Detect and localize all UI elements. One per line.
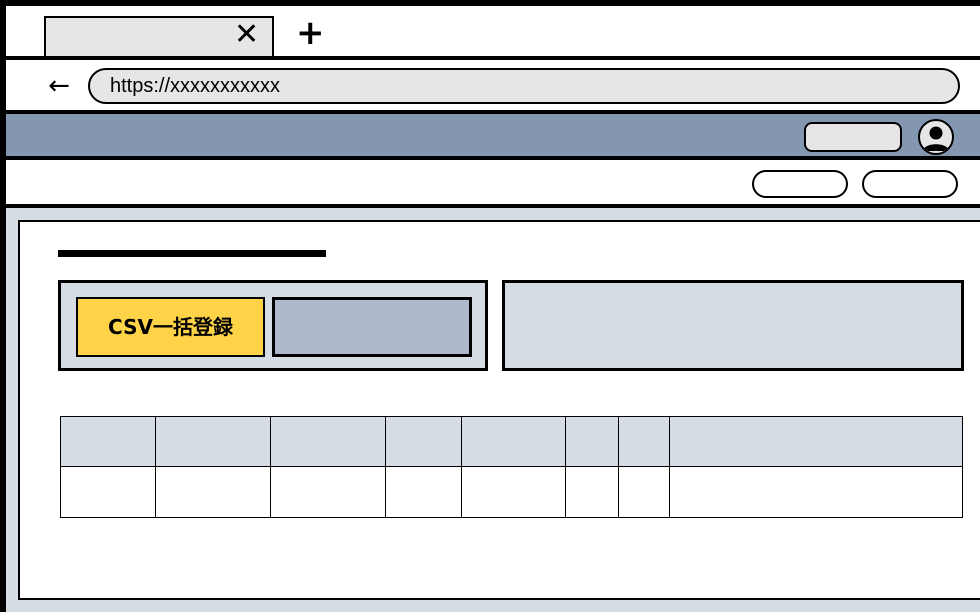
table-cell xyxy=(565,466,619,518)
header-button[interactable] xyxy=(804,122,902,152)
info-panel xyxy=(502,280,964,371)
data-table xyxy=(60,416,963,518)
table-row[interactable] xyxy=(60,466,963,518)
column-header[interactable] xyxy=(565,416,619,467)
app-header xyxy=(6,114,980,160)
url-input[interactable]: https://xxxxxxxxxxx xyxy=(88,68,960,104)
sub-header xyxy=(6,160,980,208)
close-icon[interactable]: ✕ xyxy=(234,20,259,50)
table-cell xyxy=(270,466,386,518)
column-header[interactable] xyxy=(618,416,670,467)
user-avatar-icon[interactable] xyxy=(918,119,954,155)
new-tab-icon[interactable]: + xyxy=(296,16,325,50)
table-cell xyxy=(618,466,670,518)
subheader-button-2[interactable] xyxy=(862,170,958,198)
column-header[interactable] xyxy=(270,416,386,467)
table-header-row xyxy=(60,416,963,467)
column-header[interactable] xyxy=(60,416,156,467)
table-cell xyxy=(60,466,156,518)
column-header[interactable] xyxy=(461,416,566,467)
table-cell xyxy=(155,466,271,518)
browser-window: ✕ + ← https://xxxxxxxxxxx CSV一括登録 xyxy=(0,0,980,612)
tab-bar: ✕ + xyxy=(6,6,980,60)
controls-box: CSV一括登録 xyxy=(58,280,488,371)
column-header[interactable] xyxy=(385,416,462,467)
column-header[interactable] xyxy=(669,416,963,467)
main-panel: CSV一括登録 xyxy=(18,220,980,600)
subheader-button-1[interactable] xyxy=(752,170,848,198)
table-cell xyxy=(461,466,566,518)
csv-bulk-register-button[interactable]: CSV一括登録 xyxy=(76,297,265,357)
secondary-button[interactable] xyxy=(272,297,472,357)
table-cell xyxy=(385,466,462,518)
column-header[interactable] xyxy=(155,416,271,467)
avatar-glyph xyxy=(923,126,949,151)
page-title xyxy=(58,250,326,257)
browser-tab[interactable]: ✕ xyxy=(44,16,274,56)
table-cell xyxy=(669,466,963,518)
content-area: CSV一括登録 xyxy=(6,208,980,612)
address-bar: ← https://xxxxxxxxxxx xyxy=(6,56,980,114)
back-arrow-icon[interactable]: ← xyxy=(42,72,76,102)
